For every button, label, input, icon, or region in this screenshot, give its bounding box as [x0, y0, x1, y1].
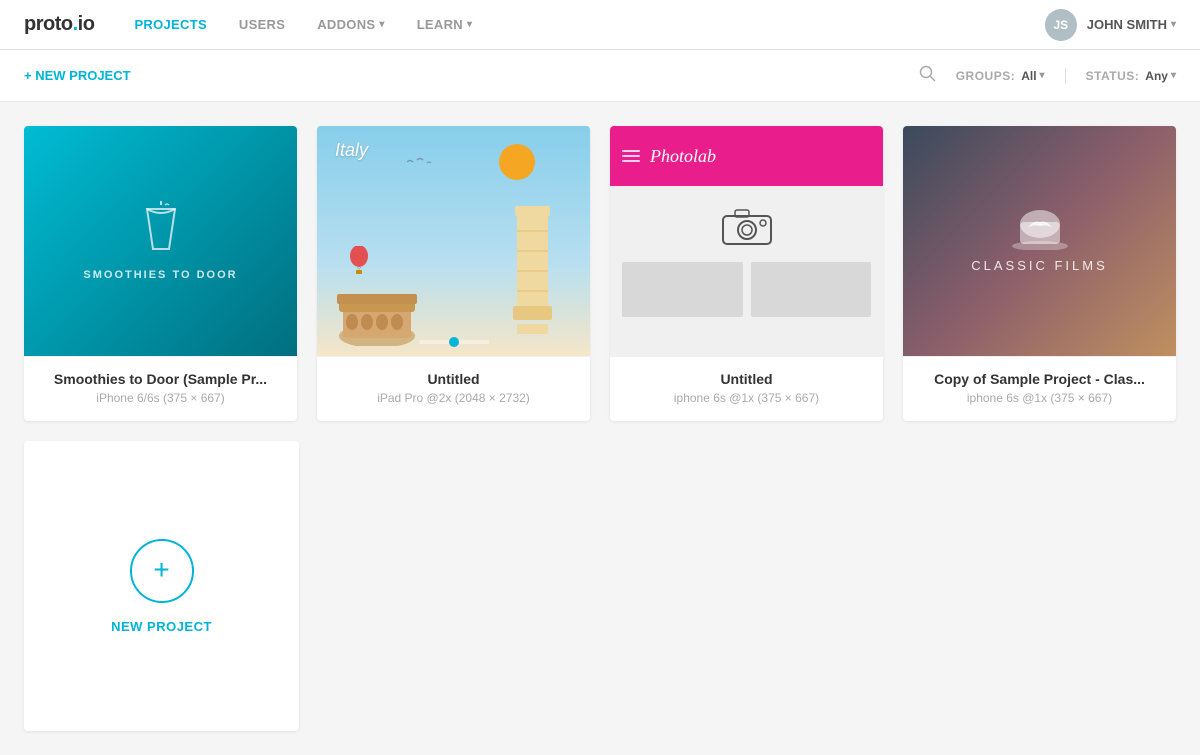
card-info-italy: Untitled iPad Pro @2x (2048 × 2732): [317, 356, 590, 421]
addons-chevron-icon: ▾: [379, 19, 384, 30]
italy-slider: [419, 340, 489, 344]
user-menu[interactable]: JOHN SMITH ▾: [1087, 17, 1176, 32]
card-title-classic: Copy of Sample Project - Clas...: [915, 371, 1164, 387]
nav-users[interactable]: USERS: [239, 17, 285, 32]
italy-slider-dot: [449, 337, 459, 347]
smoothies-bg: SMOOTHIES TO DOOR: [24, 126, 297, 356]
camera-icon: [721, 206, 773, 246]
toolbar: + NEW PROJECT GROUPS: All ▾ STATUS: Any …: [0, 50, 1200, 102]
navbar: proto.io PROJECTS USERS ADDONS ▾ LEARN ▾…: [0, 0, 1200, 50]
classic-hat-icon: [1010, 210, 1070, 250]
italy-label: Italy: [335, 140, 368, 161]
nav-links: PROJECTS USERS ADDONS ▾ LEARN ▾: [134, 17, 1044, 32]
nav-learn[interactable]: LEARN ▾: [417, 17, 473, 32]
groups-value[interactable]: All ▾: [1021, 69, 1044, 83]
filter-divider: [1065, 68, 1066, 84]
main-content: SMOOTHIES TO DOOR Smoothies to Door (Sam…: [0, 102, 1200, 755]
project-card-italy[interactable]: Italy: [317, 126, 590, 421]
logo[interactable]: proto.io: [24, 13, 94, 36]
thumbnail-smoothies: SMOOTHIES TO DOOR: [24, 126, 297, 356]
photolab-header: Photolab: [610, 126, 883, 186]
card-subtitle-classic: iphone 6s @1x (375 × 667): [915, 391, 1164, 405]
thumbnail-photolab: Photolab: [610, 126, 883, 356]
italy-sun: [499, 144, 535, 180]
toolbar-right: GROUPS: All ▾ STATUS: Any ▾: [919, 65, 1176, 87]
logo-io: io: [78, 13, 95, 35]
project-card-smoothies[interactable]: SMOOTHIES TO DOOR Smoothies to Door (Sam…: [24, 126, 297, 421]
groups-filter: GROUPS: All ▾: [956, 69, 1045, 83]
project-grid: SMOOTHIES TO DOOR Smoothies to Door (Sam…: [24, 126, 1176, 421]
new-project-link[interactable]: + NEW PROJECT: [24, 68, 131, 83]
project-card-classic[interactable]: CLASSIC FILMS Copy of Sample Project - C…: [903, 126, 1176, 421]
plus-icon: +: [153, 556, 169, 584]
italy-balloon-icon: [347, 246, 371, 276]
project-card-photolab[interactable]: Photolab: [610, 126, 883, 421]
nav-addons[interactable]: ADDONS ▾: [317, 17, 384, 32]
new-project-card-label: NEW PROJECT: [111, 619, 212, 634]
italy-colosseum-icon: [337, 286, 417, 346]
smoothie-cup-icon: [137, 201, 185, 257]
card-title-smoothies: Smoothies to Door (Sample Pr...: [36, 371, 285, 387]
logo-text: proto: [24, 13, 73, 35]
user-chevron-icon: ▾: [1171, 19, 1176, 30]
photo-placeholder-2: [751, 262, 872, 317]
card-subtitle-italy: iPad Pro @2x (2048 × 2732): [329, 391, 578, 405]
classic-text: CLASSIC FILMS: [971, 258, 1108, 273]
circle-plus-button[interactable]: +: [130, 539, 194, 603]
hamburger-icon: [622, 150, 640, 162]
photolab-bg: Photolab: [610, 126, 883, 356]
search-button[interactable]: [919, 65, 936, 87]
card-title-italy: Untitled: [329, 371, 578, 387]
status-filter: STATUS: Any ▾: [1086, 69, 1176, 83]
photolab-placeholders: [622, 262, 871, 317]
nav-projects[interactable]: PROJECTS: [134, 17, 206, 32]
card-info-photolab: Untitled iphone 6s @1x (375 × 667): [610, 356, 883, 421]
status-chevron-icon: ▾: [1171, 70, 1176, 81]
photolab-body: [610, 186, 883, 356]
smoothies-label: SMOOTHIES TO DOOR: [83, 269, 237, 281]
classic-bg: CLASSIC FILMS: [903, 126, 1176, 356]
card-info-classic: Copy of Sample Project - Clas... iphone …: [903, 356, 1176, 421]
search-icon: [919, 65, 936, 82]
card-subtitle-photolab: iphone 6s @1x (375 × 667): [622, 391, 871, 405]
new-project-card[interactable]: + NEW PROJECT: [24, 441, 299, 731]
italy-bg: Italy: [317, 126, 590, 356]
italy-birds-icon: [407, 156, 437, 168]
thumbnail-italy: Italy: [317, 126, 590, 356]
italy-tower-icon: [505, 206, 560, 336]
navbar-right: JS JOHN SMITH ▾: [1045, 9, 1176, 41]
card-subtitle-smoothies: iPhone 6/6s (375 × 667): [36, 391, 285, 405]
learn-chevron-icon: ▾: [467, 19, 472, 30]
photo-placeholder-1: [622, 262, 743, 317]
photolab-title-text: Photolab: [650, 146, 716, 167]
avatar: JS: [1045, 9, 1077, 41]
card-title-photolab: Untitled: [622, 371, 871, 387]
groups-chevron-icon: ▾: [1040, 70, 1045, 81]
thumbnail-classic: CLASSIC FILMS: [903, 126, 1176, 356]
card-info-smoothies: Smoothies to Door (Sample Pr... iPhone 6…: [24, 356, 297, 421]
status-value[interactable]: Any ▾: [1145, 69, 1176, 83]
